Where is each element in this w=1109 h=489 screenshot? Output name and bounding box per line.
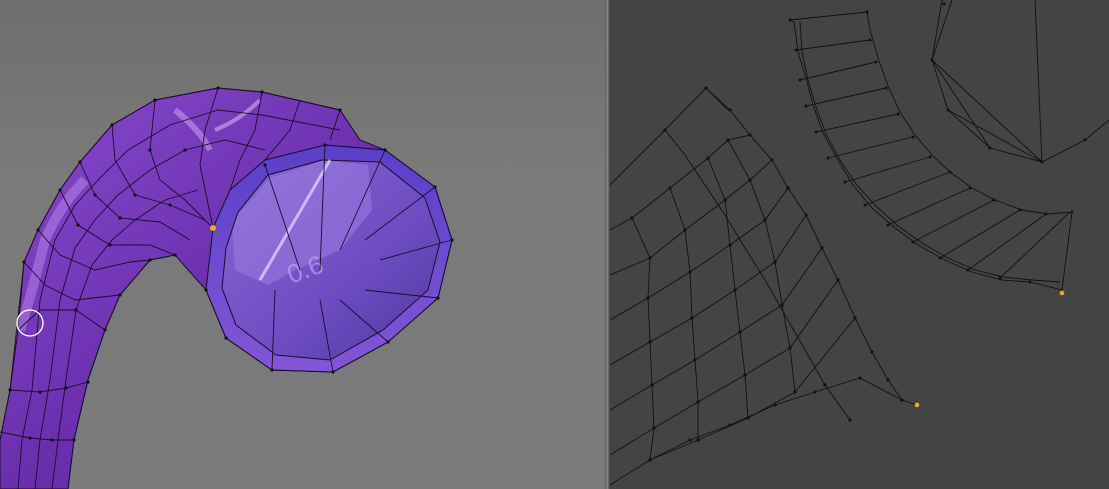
uv-vertices-cap-polygon[interactable] bbox=[930, 2, 1087, 164]
uv-island-cap-polygon[interactable] bbox=[931, 0, 1109, 164]
3d-viewport[interactable]: 0.6 bbox=[0, 0, 605, 489]
blender-workspace: 0.6 bbox=[0, 0, 1109, 489]
uv-selected-vertex[interactable] bbox=[1059, 290, 1065, 296]
viewport-canvas[interactable]: 0.6 bbox=[0, 0, 605, 489]
uv-canvas[interactable] bbox=[610, 0, 1109, 489]
uv-vertices-large-arc[interactable] bbox=[630, 86, 904, 462]
selected-vertex[interactable] bbox=[210, 225, 216, 231]
tube-mesh[interactable]: 0.6 bbox=[0, 87, 453, 489]
uv-selected-vertex[interactable] bbox=[914, 402, 920, 408]
uv-editor[interactable] bbox=[610, 0, 1109, 489]
